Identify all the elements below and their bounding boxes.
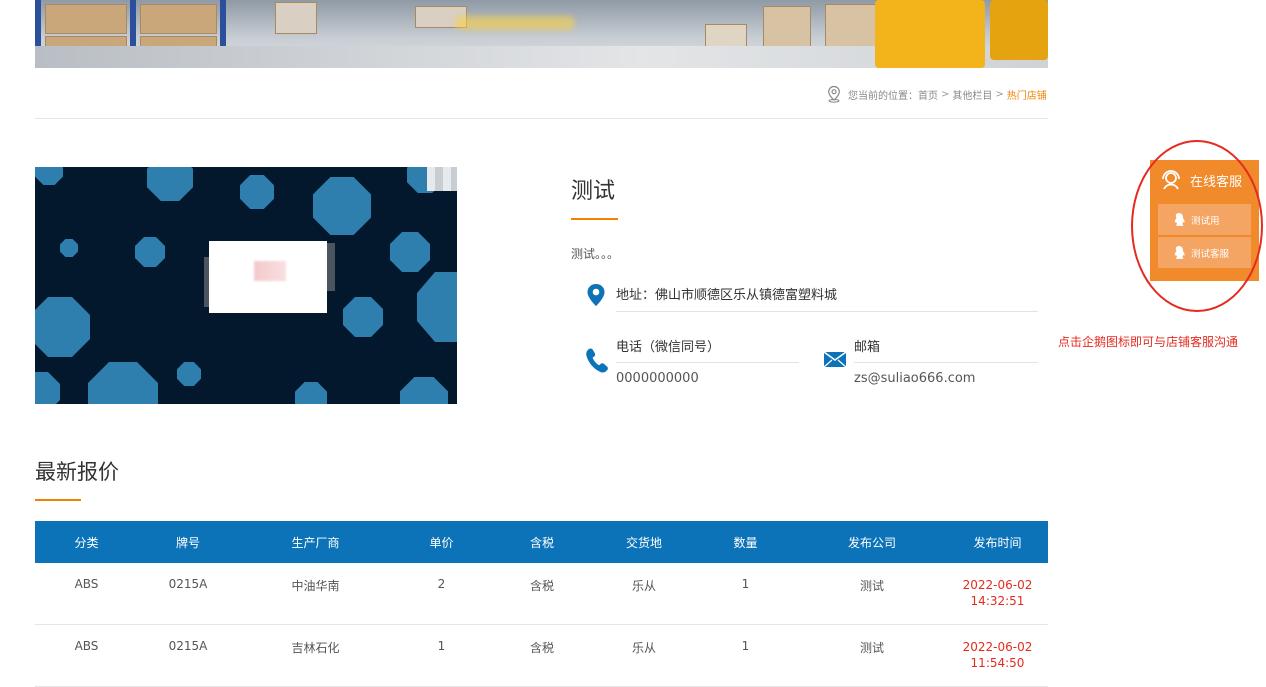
phone-value: 0000000000 (616, 371, 699, 386)
shop-name-underline (571, 218, 618, 220)
column-header: 数量 (694, 521, 797, 563)
latest-quotes-title: 最新报价 (35, 460, 119, 484)
email-value: zs@suliao666.com (854, 371, 976, 386)
cell-grade: 0215A (138, 624, 238, 687)
cell-publish-time: 2022-06-02 14:32:51 (947, 563, 1048, 625)
column-header: 交货地 (594, 521, 694, 563)
service-button-label: 测试客服 (1191, 248, 1230, 260)
breadcrumb-prefix: 您当前的位置： (848, 90, 918, 102)
cell-quantity: 1 (694, 563, 797, 625)
shop-name: 测试 (571, 179, 616, 204)
cell-publish-time: 2022-06-02 11:54:50 (947, 624, 1048, 687)
qq-penguin-icon (1174, 245, 1185, 259)
cell-delivery-place: 乐从 (594, 563, 694, 625)
breadcrumb-home-link[interactable]: 首页 (918, 87, 938, 102)
quotes-title-underline (35, 499, 81, 501)
table-row[interactable]: ABS 0215A 吉林石化 1 含税 乐从 1 测试 2022-06-02 1… (35, 624, 1048, 687)
service-hint-text: 点击企鹅图标即可与店铺客服沟通 (1058, 335, 1239, 349)
table-row[interactable]: ABS 0215A 中油华南 2 含税 乐从 1 测试 2022-06-02 1… (35, 563, 1048, 625)
phone-label: 电话（微信同号） (616, 340, 721, 355)
address-divider (616, 311, 1038, 312)
cell-maker: 吉林石化 (238, 624, 393, 687)
breadcrumb-separator: > (995, 88, 1004, 100)
quotes-table: 分类 牌号 生产厂商 单价 含税 交货地 数量 发布公司 发布时间 ABS 02… (35, 521, 1048, 687)
publish-clock: 11:54:50 (970, 656, 1025, 670)
cell-company: 测试 (797, 624, 947, 687)
table-header-row: 分类 牌号 生产厂商 单价 含税 交货地 数量 发布公司 发布时间 (35, 521, 1048, 563)
mosaic-watermark (427, 167, 457, 191)
cell-quantity: 1 (694, 624, 797, 687)
email-divider (854, 362, 1038, 363)
column-header: 生产厂商 (238, 521, 393, 563)
cell-company: 测试 (797, 563, 947, 625)
cell-price: 2 (393, 563, 490, 625)
breadcrumb-other-link[interactable]: 其他栏目 (952, 87, 992, 102)
header-divider (35, 118, 1048, 119)
email-envelope-icon (823, 351, 847, 368)
publish-date: 2022-06-02 (962, 578, 1033, 592)
cell-maker: 中油华南 (238, 563, 393, 625)
headset-icon (1162, 170, 1180, 190)
service-button-test-use[interactable]: 测试用 (1158, 204, 1251, 235)
cell-tax: 含税 (490, 563, 594, 625)
column-header: 发布公司 (797, 521, 947, 563)
shop-description: 测试。。。 (571, 247, 620, 261)
cell-category: ABS (35, 563, 138, 625)
breadcrumb-separator: > (941, 88, 950, 100)
column-header: 发布时间 (947, 521, 1048, 563)
cell-price: 1 (393, 624, 490, 687)
column-header: 牌号 (138, 521, 238, 563)
online-service-header: 在线客服 (1150, 160, 1259, 200)
online-service-title: 在线客服 (1190, 174, 1243, 190)
shop-image (35, 167, 457, 404)
breadcrumb: 您当前的位置： 首页 > 其他栏目 > 热门店铺 (825, 84, 1047, 104)
column-header: 分类 (35, 521, 138, 563)
phone-icon (586, 348, 608, 373)
cell-delivery-place: 乐从 (594, 624, 694, 687)
publish-date: 2022-06-02 (962, 640, 1033, 654)
cell-category: ABS (35, 624, 138, 687)
location-pin-icon (828, 85, 840, 103)
service-button-test-service[interactable]: 测试客服 (1158, 237, 1251, 268)
warehouse-banner-image (35, 0, 1048, 68)
service-button-label: 测试用 (1191, 215, 1220, 227)
cell-grade: 0215A (138, 563, 238, 625)
shop-address: 地址：佛山市顺德区乐从镇德富塑料城 (616, 288, 838, 303)
shop-image-card (209, 241, 327, 313)
publish-clock: 14:32:51 (970, 594, 1025, 608)
online-service-panel: 在线客服 测试用 测试客服 (1150, 160, 1259, 281)
breadcrumb-current: 热门店铺 (1006, 90, 1047, 102)
phone-divider (616, 362, 799, 363)
qq-penguin-icon (1174, 212, 1185, 226)
column-header: 含税 (490, 521, 594, 563)
column-header: 单价 (393, 521, 490, 563)
location-marker-icon (587, 284, 605, 306)
cell-tax: 含税 (490, 624, 594, 687)
email-label: 邮箱 (854, 340, 881, 355)
